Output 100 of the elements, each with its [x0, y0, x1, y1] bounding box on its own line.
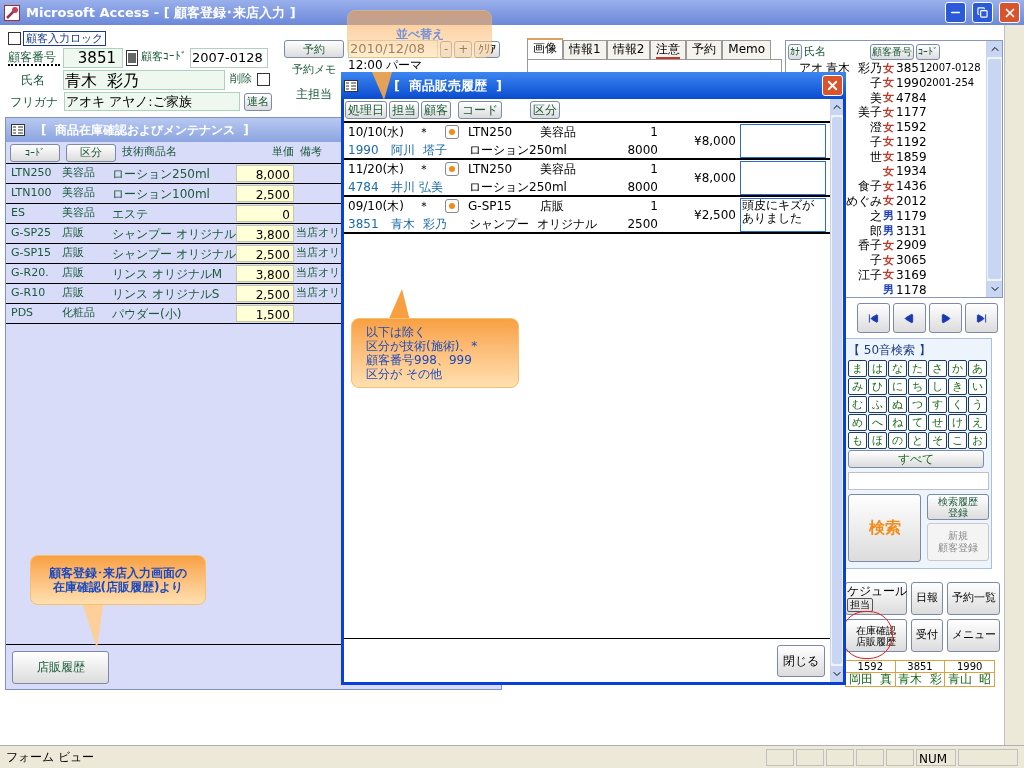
- kana-key[interactable]: み: [848, 378, 867, 395]
- kana-key[interactable]: へ: [868, 414, 887, 431]
- customer-name[interactable]: 青山 昭: [947, 673, 992, 686]
- code-sort-button[interactable]: ｺｰﾄﾞ: [916, 43, 940, 60]
- kana-key[interactable]: あ: [968, 360, 987, 377]
- tab[interactable]: 情報1: [563, 40, 607, 59]
- kana-key[interactable]: ぬ: [888, 396, 907, 413]
- record-marker-icon[interactable]: [445, 161, 459, 176]
- kana-key[interactable]: く: [948, 396, 967, 413]
- record-marker-icon[interactable]: [445, 124, 459, 139]
- search-history-button[interactable]: 検索履歴 登録: [927, 494, 989, 520]
- kana-key[interactable]: つ: [908, 396, 927, 413]
- kana-key[interactable]: ふ: [868, 396, 887, 413]
- customer-code-field[interactable]: 2007-0128: [190, 47, 268, 68]
- kana-key[interactable]: し: [928, 378, 947, 395]
- close-button[interactable]: [822, 75, 843, 96]
- kana-key[interactable]: き: [948, 378, 967, 395]
- sort-button[interactable]: 処理日: [345, 101, 387, 119]
- action-button[interactable]: 受付: [911, 619, 943, 652]
- next-record-button[interactable]: [929, 303, 962, 333]
- sort-button[interactable]: 区分: [66, 143, 116, 162]
- sort-button[interactable]: 区分: [530, 101, 560, 119]
- kana-key[interactable]: ち: [908, 378, 927, 395]
- kana-key[interactable]: こ: [948, 432, 967, 449]
- customer-name[interactable]: 青木 彩: [898, 673, 942, 686]
- table-cell-text: ES: [10, 205, 26, 222]
- price-field[interactable]: 2,500: [236, 285, 294, 302]
- kana-key[interactable]: そ: [928, 432, 947, 449]
- barcode-icon[interactable]: [126, 49, 138, 66]
- customer-number-field[interactable]: 3851: [63, 47, 123, 68]
- kana-key[interactable]: け: [948, 414, 967, 431]
- kana-key[interactable]: ね: [888, 414, 907, 431]
- kana-key[interactable]: な: [888, 360, 907, 377]
- price-field[interactable]: 3,800: [236, 225, 294, 242]
- action-button[interactable]: 予約一覧: [947, 582, 1000, 615]
- kana-key[interactable]: は: [868, 360, 887, 377]
- tab[interactable]: 注意: [650, 40, 687, 59]
- kana-key[interactable]: す: [928, 396, 947, 413]
- previous-record-button[interactable]: [893, 303, 926, 333]
- sort-button[interactable]: 担当: [389, 101, 419, 119]
- tab[interactable]: 予約: [686, 40, 723, 59]
- action-button[interactable]: 日報: [911, 582, 943, 615]
- kana-key[interactable]: む: [848, 396, 867, 413]
- close-form-button[interactable]: 閉じる: [777, 644, 825, 677]
- close-button[interactable]: [999, 2, 1020, 23]
- number-sort-button[interactable]: 顧客番号: [870, 43, 914, 60]
- sales-history-button[interactable]: 店販履歴: [12, 650, 109, 684]
- furigana-field[interactable]: アオキ アヤノ:ご家族: [64, 92, 240, 111]
- minimize-button[interactable]: [945, 2, 966, 23]
- kana-key[interactable]: ひ: [868, 378, 887, 395]
- joint-name-button[interactable]: 連名: [244, 92, 272, 111]
- record-marker-icon[interactable]: [445, 198, 459, 213]
- kana-key[interactable]: か: [948, 360, 967, 377]
- kana-key[interactable]: え: [968, 414, 987, 431]
- customer-name[interactable]: 岡田 真: [848, 673, 893, 686]
- note-field[interactable]: 頭皮にキズがありました: [740, 197, 826, 232]
- price-field[interactable]: 2,500: [236, 185, 294, 202]
- kana-key[interactable]: も: [848, 432, 867, 449]
- price-field[interactable]: 1,500: [236, 305, 294, 322]
- price-field[interactable]: 3,800: [236, 265, 294, 282]
- checkbox[interactable]: [257, 73, 270, 86]
- first-record-button[interactable]: [857, 303, 890, 333]
- sort-button[interactable]: 顧客: [421, 101, 451, 119]
- scrollbar[interactable]: [986, 41, 1002, 297]
- sort-button[interactable]: ｺｰﾄﾞ: [10, 143, 60, 162]
- note-field[interactable]: [740, 160, 826, 195]
- kana-key[interactable]: せ: [928, 414, 947, 431]
- kana-key[interactable]: ま: [848, 360, 867, 377]
- action-button[interactable]: メニュー: [947, 619, 1000, 652]
- reserve-button[interactable]: 予約: [284, 40, 344, 58]
- kana-key[interactable]: さ: [928, 360, 947, 377]
- price-field[interactable]: 2,500: [236, 245, 294, 262]
- kana-key[interactable]: め: [848, 414, 867, 431]
- kana-key[interactable]: お: [968, 432, 987, 449]
- kana-key[interactable]: た: [908, 360, 927, 377]
- restore-button[interactable]: [972, 2, 993, 23]
- all-button[interactable]: すべて: [848, 450, 984, 468]
- price-field[interactable]: 0: [236, 205, 294, 222]
- kana-sort-button[interactable]: ｶﾅ: [788, 43, 802, 60]
- kana-key[interactable]: う: [968, 396, 987, 413]
- tab[interactable]: Memo: [722, 40, 772, 59]
- note-field[interactable]: [740, 123, 826, 158]
- price-field[interactable]: 8,000: [236, 165, 294, 182]
- action-button[interactable]: 在庫確認 店販履歴: [845, 619, 907, 652]
- tab[interactable]: 情報2: [606, 40, 651, 59]
- name-field[interactable]: 青木 彩乃: [63, 69, 225, 90]
- last-record-button[interactable]: [965, 303, 998, 333]
- tab[interactable]: 画像: [527, 38, 563, 59]
- checkbox[interactable]: [8, 31, 21, 45]
- kana-key[interactable]: と: [908, 432, 927, 449]
- schedule-button[interactable]: ケジュール 担当: [845, 582, 907, 615]
- sort-button[interactable]: コード: [458, 101, 502, 119]
- kana-key[interactable]: て: [908, 414, 927, 431]
- kana-key[interactable]: ほ: [868, 432, 887, 449]
- kana-key[interactable]: い: [968, 378, 987, 395]
- kana-key[interactable]: に: [888, 378, 907, 395]
- search-field[interactable]: [848, 472, 989, 490]
- kana-key[interactable]: の: [888, 432, 907, 449]
- scrollbar[interactable]: [830, 99, 843, 682]
- reserve-memo-field[interactable]: 12:00 パーマ: [348, 59, 423, 72]
